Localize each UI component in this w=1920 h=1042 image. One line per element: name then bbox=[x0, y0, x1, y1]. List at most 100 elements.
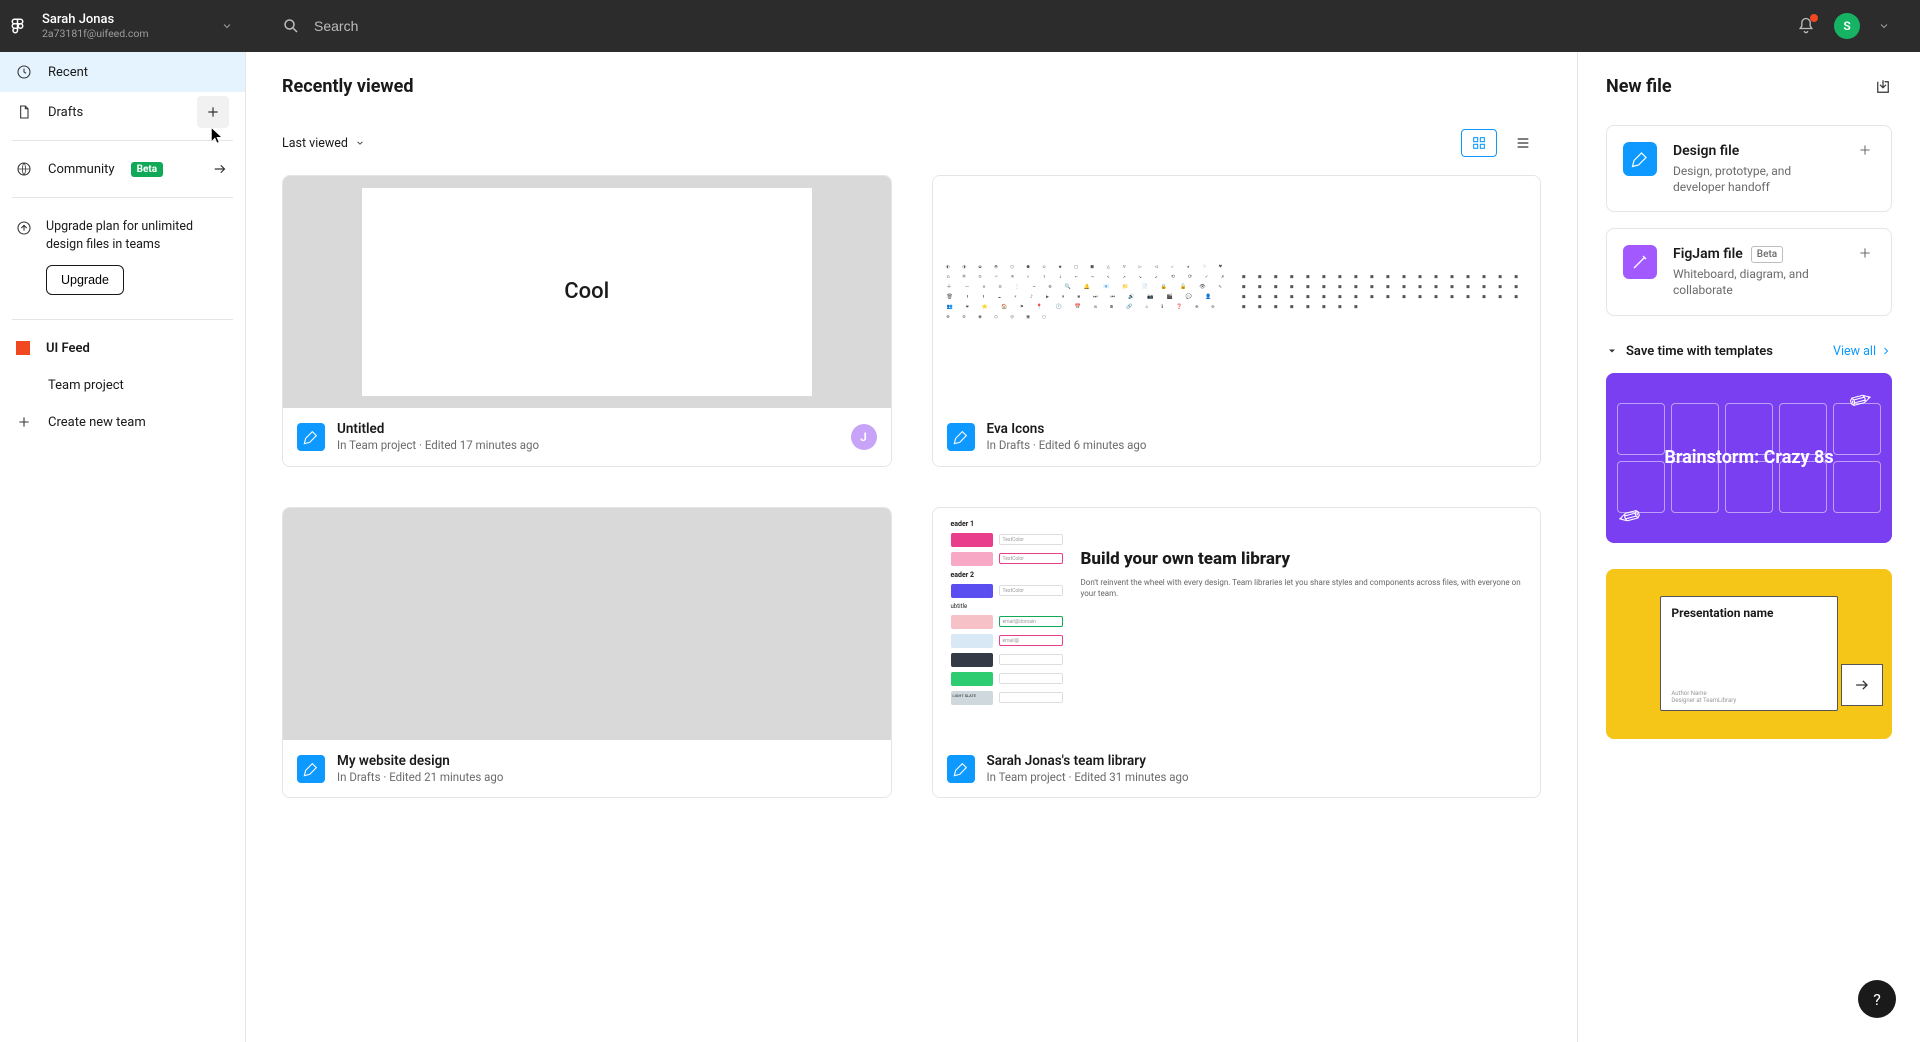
new-file-desc: Design, prototype, and developer handoff bbox=[1673, 163, 1841, 195]
file-card[interactable]: My website design In Drafts · Edited 21 … bbox=[282, 507, 892, 799]
new-file-title: Design file bbox=[1673, 142, 1841, 161]
view-all-link[interactable]: View all bbox=[1833, 344, 1892, 359]
clock-icon bbox=[16, 64, 32, 80]
team-name: UI Feed bbox=[46, 341, 90, 356]
beta-badge: Beta bbox=[1751, 246, 1783, 264]
sort-dropdown[interactable]: Last viewed bbox=[282, 136, 366, 151]
new-draft-button[interactable] bbox=[197, 96, 229, 128]
upgrade-banner: Upgrade plan for unlimited design files … bbox=[0, 206, 245, 311]
templates-header: Save time with templates View all bbox=[1606, 344, 1892, 359]
file-grid: Cool Untitled In Team project · Edited 1… bbox=[282, 175, 1541, 798]
sidebar-item-community[interactable]: Community Beta bbox=[0, 149, 245, 189]
plus-icon bbox=[16, 414, 32, 430]
plus-icon bbox=[205, 104, 221, 120]
notification-dot bbox=[1810, 14, 1818, 22]
arrow-right-icon bbox=[1841, 664, 1883, 706]
list-icon bbox=[1515, 135, 1531, 151]
file-thumbnail: eader 1 TestColor TestColor eader 2 Test… bbox=[933, 508, 1541, 740]
sidebar-item-label: Community bbox=[48, 162, 115, 177]
file-title: Untitled bbox=[337, 420, 839, 438]
file-meta: In Drafts · Edited 6 minutes ago bbox=[987, 438, 1527, 454]
file-thumbnail bbox=[283, 508, 891, 740]
help-button[interactable]: ? bbox=[1858, 980, 1896, 1018]
template-card-brainstorm[interactable]: ✐ ✐ Brainstorm: Crazy 8s bbox=[1606, 373, 1892, 543]
right-panel: New file Design file Design, prototype, … bbox=[1578, 52, 1920, 1042]
search-input[interactable] bbox=[314, 18, 1796, 34]
file-title: Eva Icons bbox=[987, 420, 1527, 438]
notifications-button[interactable] bbox=[1796, 16, 1816, 36]
sidebar-team[interactable]: UI Feed bbox=[0, 328, 245, 368]
sidebar-item-drafts[interactable]: Drafts bbox=[0, 92, 245, 132]
upgrade-button[interactable]: Upgrade bbox=[46, 265, 124, 295]
plus-icon bbox=[1857, 245, 1875, 263]
sidebar-project[interactable]: Team project bbox=[0, 368, 245, 402]
new-figjam-file-card[interactable]: FigJam file Beta Whiteboard, diagram, an… bbox=[1606, 228, 1892, 315]
arrow-right-icon bbox=[211, 160, 229, 178]
templates-heading: Save time with templates bbox=[1626, 344, 1773, 359]
template-card-presentation[interactable]: Presentation name Author Name Designer a… bbox=[1606, 569, 1892, 739]
sort-label: Last viewed bbox=[282, 136, 348, 151]
file-meta: In Drafts · Edited 21 minutes ago bbox=[337, 770, 877, 786]
file-footer: Untitled In Team project · Edited 17 min… bbox=[283, 408, 891, 466]
design-file-icon bbox=[1623, 142, 1657, 176]
beta-badge: Beta bbox=[131, 162, 164, 177]
design-file-icon bbox=[297, 755, 325, 783]
file-meta: In Team project · Edited 17 minutes ago bbox=[337, 438, 839, 454]
topbar-right: S bbox=[1796, 13, 1920, 39]
chevron-down-icon bbox=[355, 138, 365, 148]
file-thumbnail: ◐ ◑ ◒ ◓ ○ ● ◇ ◆ □ ■ △ ▽ ▷ ◁ ☆ ★ ♡ ♥ ⌂ ⌘ … bbox=[933, 176, 1541, 408]
import-button[interactable] bbox=[1874, 78, 1892, 96]
project-name: Team project bbox=[48, 378, 124, 393]
file-thumbnail: Cool bbox=[283, 176, 891, 408]
account-switcher[interactable]: Sarah Jonas 2a73181f@uifeed.com bbox=[42, 12, 218, 40]
template-title: Brainstorm: Crazy 8s bbox=[1664, 447, 1833, 468]
file-title: My website design bbox=[337, 752, 877, 770]
divider bbox=[12, 197, 233, 198]
page-title: Recently viewed bbox=[282, 76, 1541, 97]
user-email: 2a73181f@uifeed.com bbox=[42, 28, 218, 41]
new-design-file-card[interactable]: Design file Design, prototype, and devel… bbox=[1606, 125, 1892, 212]
file-meta: In Team project · Edited 31 minutes ago bbox=[987, 770, 1527, 786]
chevron-down-icon[interactable] bbox=[218, 17, 236, 35]
file-card[interactable]: Cool Untitled In Team project · Edited 1… bbox=[282, 175, 892, 467]
figjam-file-icon bbox=[1623, 245, 1657, 279]
sidebar-item-recent[interactable]: Recent bbox=[0, 52, 245, 92]
view-toggle bbox=[1461, 129, 1541, 157]
file-footer: Sarah Jonas's team library In Team proje… bbox=[933, 740, 1541, 798]
thumbnail-heading: Build your own team library bbox=[1081, 550, 1523, 570]
template-author: Author Name bbox=[1671, 690, 1736, 697]
arrow-up-circle-icon bbox=[16, 220, 32, 236]
right-panel-header: New file bbox=[1606, 76, 1892, 97]
file-title: Sarah Jonas's team library bbox=[987, 752, 1527, 770]
thumbnail-body: Don't reinvent the wheel with every desi… bbox=[1081, 577, 1523, 599]
sidebar-item-label: Recent bbox=[48, 65, 229, 80]
create-team-label: Create new team bbox=[48, 415, 146, 430]
design-file-icon bbox=[947, 423, 975, 451]
file-icon bbox=[16, 104, 32, 120]
file-footer: My website design In Drafts · Edited 21 … bbox=[283, 740, 891, 798]
file-card[interactable]: eader 1 TestColor TestColor eader 2 Test… bbox=[932, 507, 1542, 799]
chevron-right-icon bbox=[1880, 345, 1892, 357]
grid-view-button[interactable] bbox=[1461, 129, 1497, 157]
template-title: Presentation name bbox=[1671, 607, 1826, 621]
topbar-left: Sarah Jonas 2a73181f@uifeed.com bbox=[0, 12, 246, 40]
file-card[interactable]: ◐ ◑ ◒ ◓ ○ ● ◇ ◆ □ ■ △ ▽ ▷ ◁ ☆ ★ ♡ ♥ ⌂ ⌘ … bbox=[932, 175, 1542, 467]
design-file-icon bbox=[947, 755, 975, 783]
thumbnail-text: Cool bbox=[362, 188, 812, 397]
user-avatar[interactable]: S bbox=[1834, 13, 1860, 39]
divider bbox=[12, 319, 233, 320]
sidebar: Recent Drafts Community Beta bbox=[0, 52, 246, 1042]
sidebar-item-label: Drafts bbox=[48, 105, 181, 120]
grid-icon bbox=[1471, 135, 1487, 151]
chevron-down-icon[interactable] bbox=[1878, 20, 1890, 32]
figma-logo-icon[interactable] bbox=[10, 17, 28, 35]
new-file-heading: New file bbox=[1606, 76, 1672, 97]
controls-row: Last viewed bbox=[282, 129, 1541, 157]
file-footer: Eva Icons In Drafts · Edited 6 minutes a… bbox=[933, 408, 1541, 466]
sidebar-create-team[interactable]: Create new team bbox=[0, 402, 245, 442]
center-column: Recently viewed Last viewed bbox=[246, 52, 1578, 1042]
caret-down-icon[interactable] bbox=[1606, 345, 1618, 357]
collaborator-avatar: J bbox=[851, 424, 877, 450]
topbar-center bbox=[246, 17, 1796, 35]
list-view-button[interactable] bbox=[1505, 129, 1541, 157]
